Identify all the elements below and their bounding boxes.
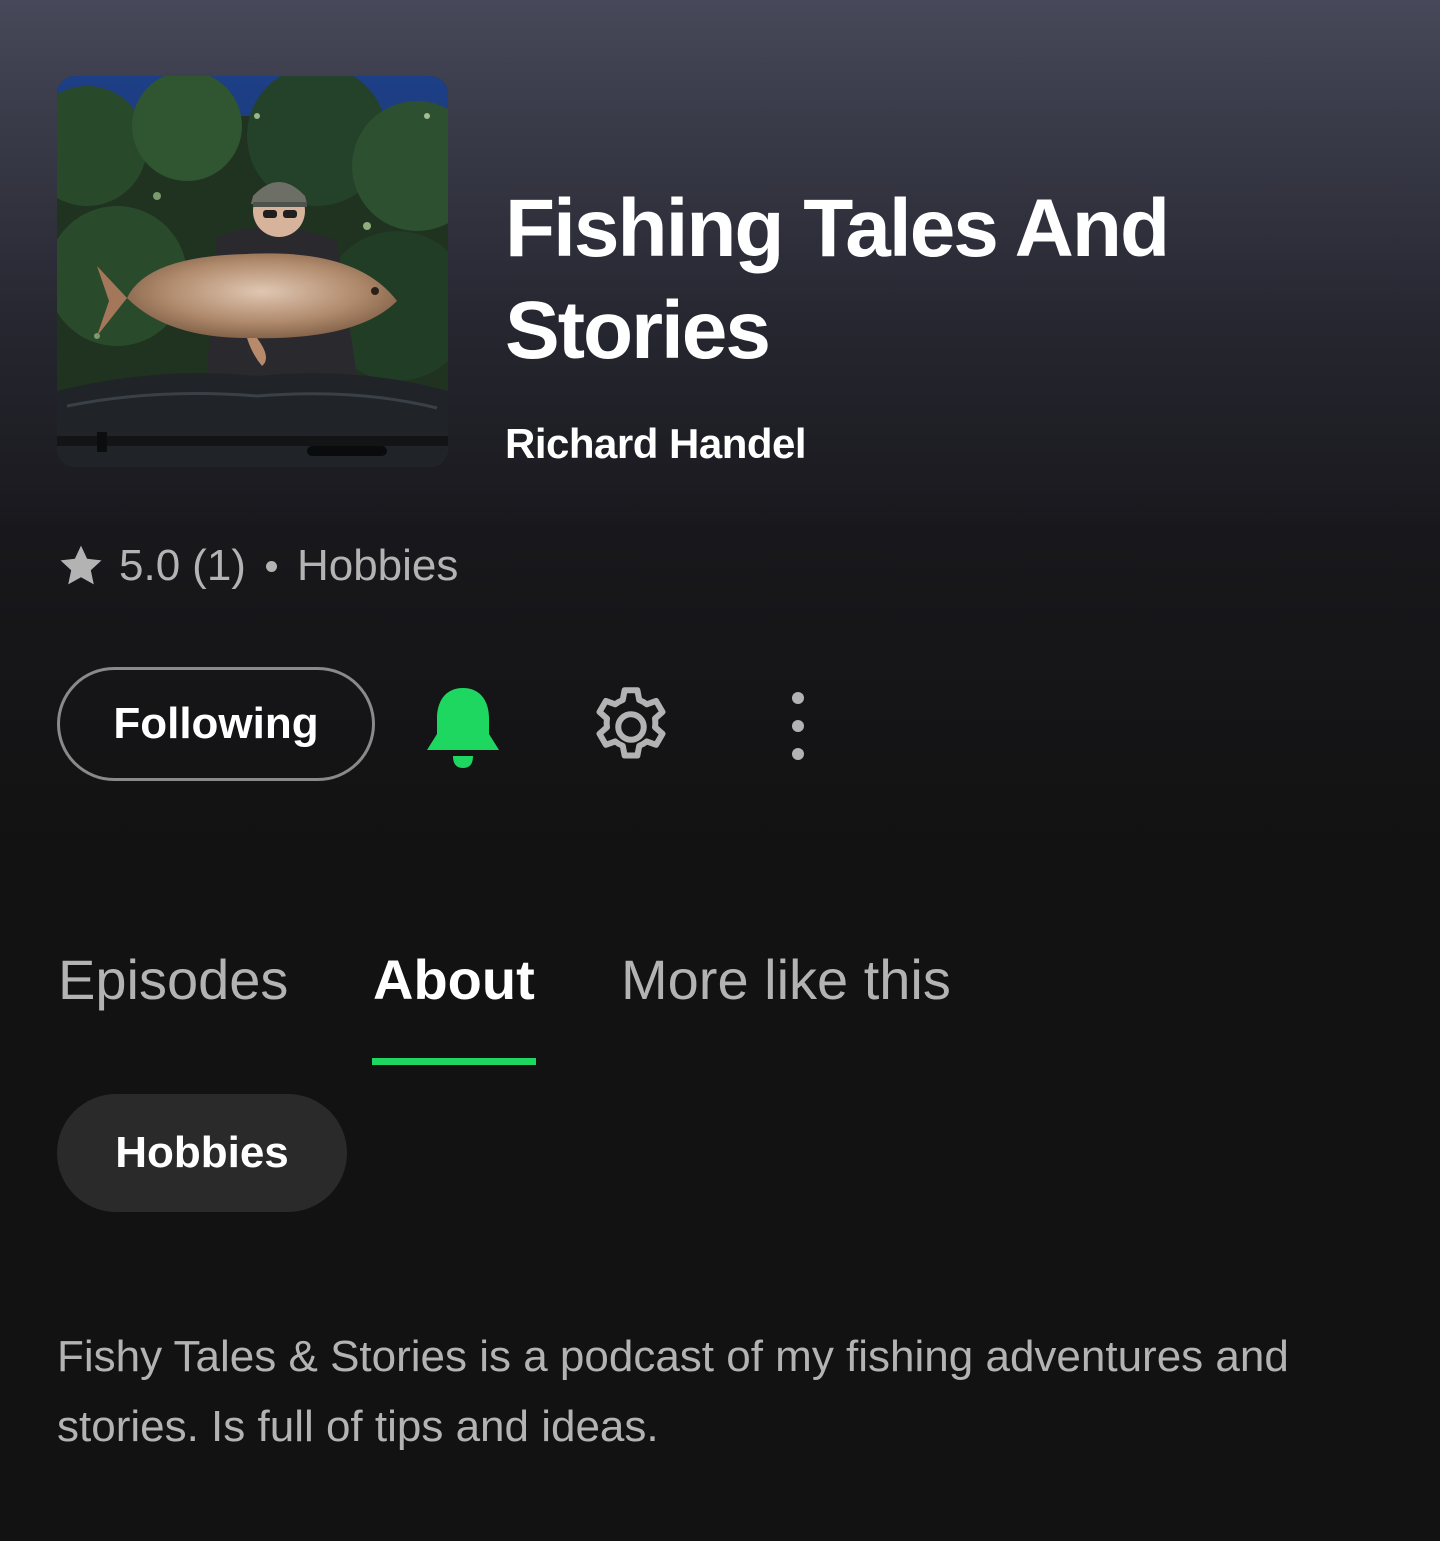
- category-chip[interactable]: Hobbies: [57, 1094, 347, 1212]
- separator-dot: [265, 560, 277, 572]
- settings-button[interactable]: [584, 680, 678, 774]
- podcast-description: Fishy Tales & Stories is a podcast of my…: [57, 1332, 1289, 1451]
- notifications-button[interactable]: [418, 680, 508, 776]
- tab-about[interactable]: About: [373, 940, 535, 1064]
- podcast-tabs: Episodes About More like this: [0, 940, 1440, 1070]
- category-link[interactable]: Hobbies: [297, 541, 458, 591]
- podcast-cover-image: [57, 76, 448, 467]
- podcast-meta-row: 5.0 (1) Hobbies: [57, 538, 458, 594]
- tab-episodes[interactable]: Episodes: [58, 940, 288, 1064]
- more-options-button[interactable]: [768, 686, 828, 766]
- active-tab-indicator: [372, 1058, 536, 1065]
- bell-icon: [427, 688, 499, 768]
- following-button[interactable]: Following: [57, 667, 375, 781]
- more-vertical-icon: [792, 692, 804, 760]
- podcast-title: Fishing Tales And Stories: [505, 183, 1170, 376]
- podcast-author[interactable]: Richard Handel: [505, 420, 807, 468]
- rating-count: (1): [192, 541, 246, 590]
- star-icon: [60, 545, 102, 585]
- gear-icon: [596, 687, 666, 759]
- tab-more-like-this[interactable]: More like this: [621, 940, 951, 1064]
- rating-value: 5.0: [119, 541, 181, 590]
